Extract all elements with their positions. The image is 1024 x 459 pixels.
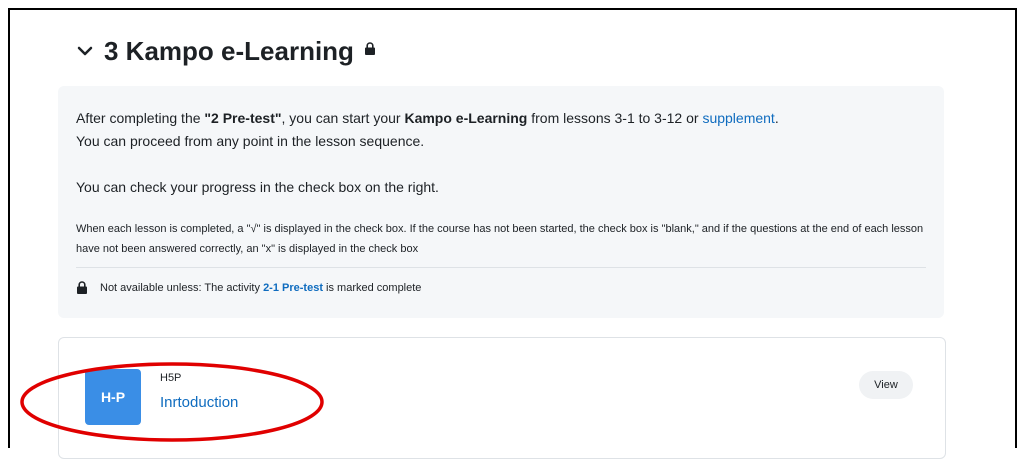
section-summary: After completing the "2 Pre-test", you c… [58,86,944,318]
view-button[interactable]: View [859,371,913,399]
pretest-link[interactable]: 2-1 Pre-test [263,282,323,294]
supplement-link[interactable]: supplement [702,110,774,126]
summary-text: from lessons 3-1 to 3-12 or [527,110,703,126]
activity-name-link[interactable]: Inrtoduction [160,394,238,411]
summary-paragraph: You can check your progress in the check… [76,179,439,195]
lock-icon [77,281,87,294]
divider [76,267,926,268]
lock-icon [364,41,375,55]
restriction-text: Not available unless: The activity [100,281,260,294]
activity-item: H-P H5P Inrtoduction View [58,337,946,459]
restriction-text: is marked complete [326,281,422,294]
section-header[interactable]: 3 Kampo e-Learning [76,34,376,68]
section-title: 3 Kampo e-Learning [104,35,354,66]
chevron-down-icon[interactable] [76,42,94,60]
summary-note: When each lesson is completed, a "√" is … [76,223,924,255]
summary-text: , you can start your [281,110,405,126]
availability-restriction: Not available unless: The activity 2-1 P… [76,281,421,294]
activity-type: H5P [160,372,182,384]
summary-paragraph: After completing the "2 Pre-test", you c… [76,108,946,129]
summary-paragraph: You can proceed from any point in the le… [76,133,425,149]
h5p-icon[interactable]: H-P [85,369,141,425]
summary-text: After completing the [76,110,205,126]
summary-bold: "2 Pre-test" [204,110,282,126]
summary-bold: Kampo e-Learning [404,110,528,126]
summary-text: . [774,110,779,126]
